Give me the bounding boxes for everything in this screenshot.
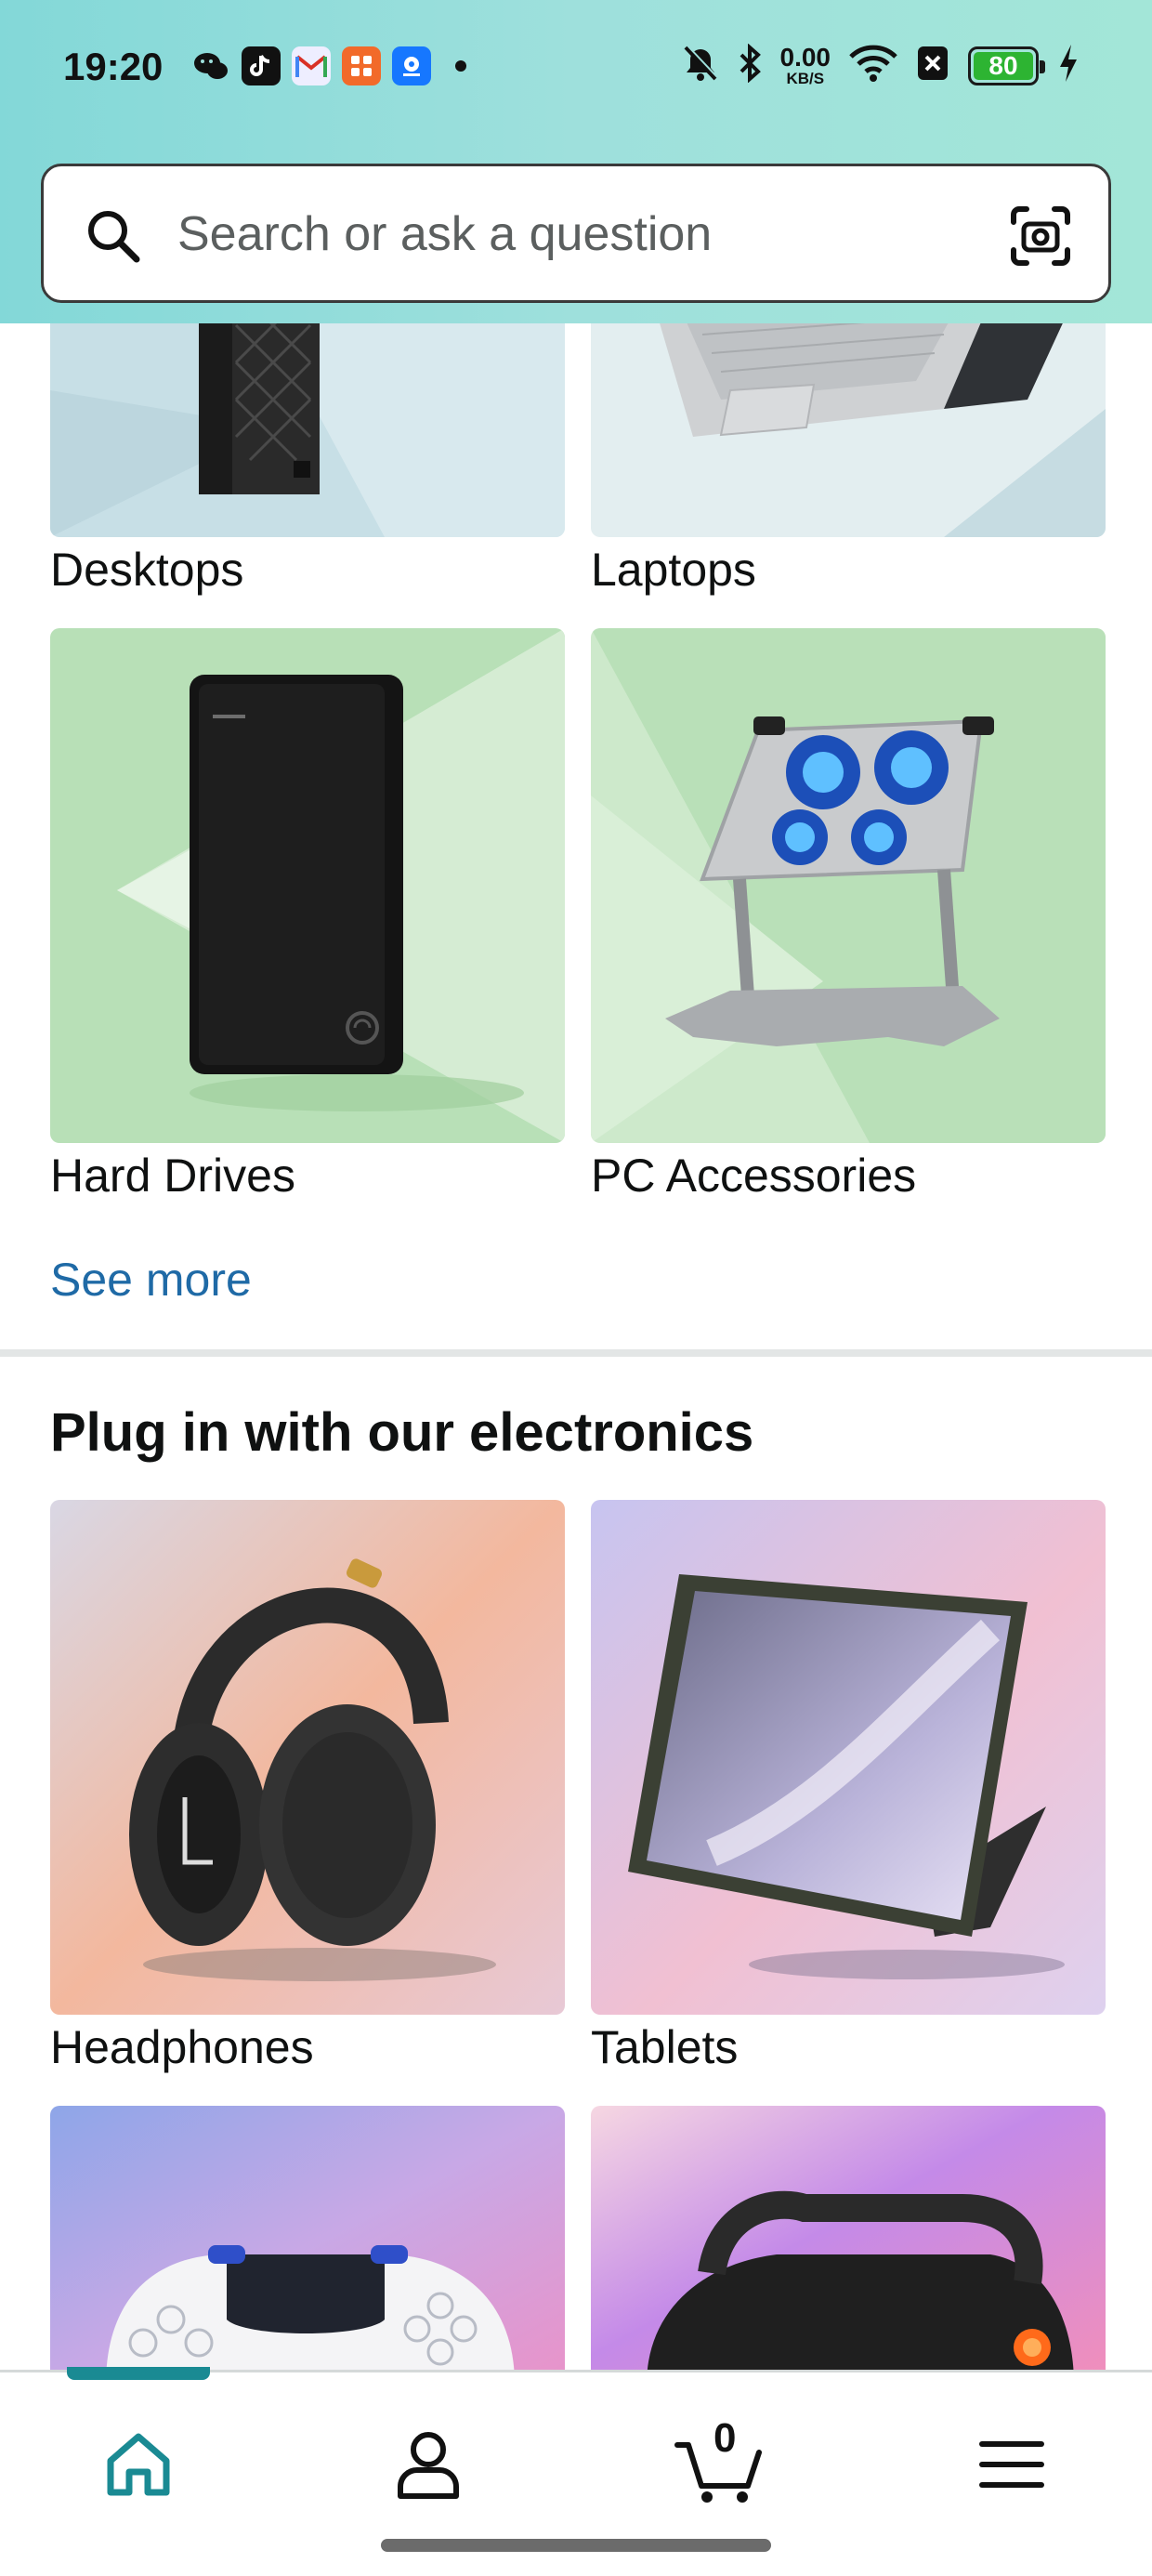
account-icon[interactable] <box>395 2429 462 2500</box>
category-tile-tablets[interactable] <box>591 1500 1106 2015</box>
nav-cart[interactable]: 0 <box>669 2413 771 2516</box>
category-label-headphones[interactable]: Headphones <box>50 2020 314 2074</box>
system-home-indicator[interactable] <box>381 2539 771 2552</box>
gmail-icon <box>292 46 331 85</box>
home-icon[interactable] <box>103 2429 174 2500</box>
app-header: 19:20 0.00 KB/S 80 Search or ask a quest… <box>0 0 1152 323</box>
category-label-desktops[interactable]: Desktops <box>50 543 243 597</box>
category-tile-headphones[interactable] <box>50 1500 565 2015</box>
more-notifications-dot <box>455 60 466 72</box>
battery-tip <box>1040 59 1045 73</box>
category-label-pc-accessories[interactable]: PC Accessories <box>591 1149 916 1203</box>
section-divider <box>0 1349 1152 1357</box>
active-tab-indicator <box>67 2367 210 2380</box>
bluetooth-icon <box>738 43 762 87</box>
cart-count: 0 <box>713 2415 737 2461</box>
category-label-hard-drives[interactable]: Hard Drives <box>50 1149 295 1203</box>
nav-home[interactable] <box>87 2413 190 2516</box>
wechat-icon <box>191 46 230 85</box>
portable-speaker-image <box>591 2106 1106 2385</box>
menu-icon[interactable] <box>978 2437 1045 2492</box>
search-input[interactable] <box>177 194 995 274</box>
net-speed-value: 0.00 <box>779 43 831 72</box>
laptop-cooling-stand-image <box>591 628 1106 1143</box>
category-tile-hard-drives[interactable] <box>50 628 565 1143</box>
system-icons: 0.00 KB/S 80 <box>682 43 1080 88</box>
game-controller-image <box>50 2106 565 2385</box>
category-tile-speakers[interactable] <box>591 2106 1106 2385</box>
section-title-electronics: Plug in with our electronics <box>50 1402 754 1463</box>
category-label-tablets[interactable]: Tablets <box>591 2020 738 2074</box>
search-icon[interactable] <box>85 207 142 265</box>
x-box-icon <box>916 45 949 86</box>
alipay-icon <box>392 46 431 85</box>
notification-icons <box>191 46 466 85</box>
mute-bell-icon <box>682 44 719 87</box>
nav-account[interactable] <box>377 2413 479 2516</box>
tiktok-icon <box>242 46 281 85</box>
external-hard-drive-image <box>50 628 565 1143</box>
xiaohongshu-icon <box>342 46 381 85</box>
category-tile-game-controllers[interactable] <box>50 2106 565 2385</box>
category-tile-pc-accessories[interactable] <box>591 628 1106 1143</box>
status-time: 19:20 <box>63 45 164 88</box>
battery-level: 80 <box>974 51 1033 80</box>
tablet-image <box>591 1500 1106 2015</box>
charging-icon <box>1057 43 1080 88</box>
net-speed-unit: KB/S <box>786 70 825 87</box>
see-more-link[interactable]: See more <box>50 1253 252 1307</box>
wifi-icon <box>849 44 897 87</box>
nav-menu[interactable] <box>961 2413 1063 2516</box>
camera-lens-icon[interactable] <box>1008 204 1073 269</box>
search-bar[interactable] <box>41 164 1111 303</box>
status-bar: 19:20 0.00 KB/S 80 <box>0 0 1152 139</box>
headphones-image <box>50 1500 565 2015</box>
network-speed: 0.00 KB/S <box>779 43 831 87</box>
category-label-laptops[interactable]: Laptops <box>591 543 756 597</box>
battery-indicator: 80 <box>968 46 1045 85</box>
